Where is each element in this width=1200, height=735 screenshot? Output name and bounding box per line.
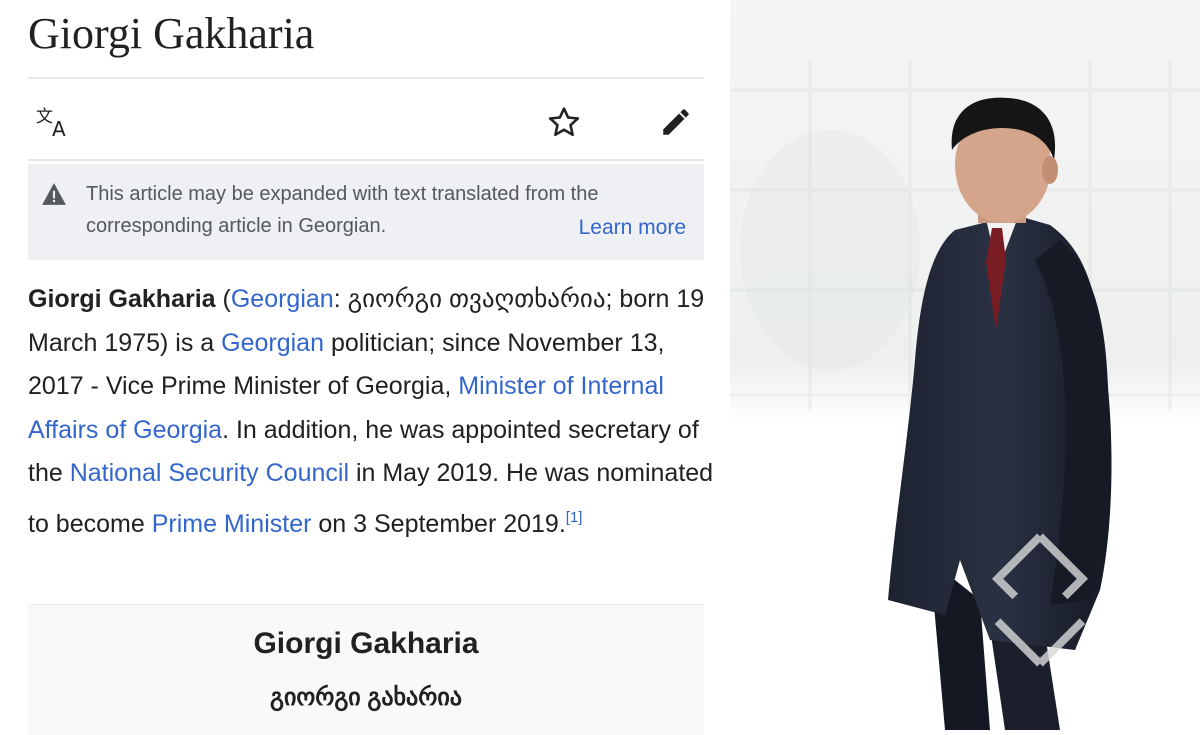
lead-text: ( <box>215 285 231 313</box>
article-panel: Giorgi Gakharia 文 A This article may be … <box>0 0 730 735</box>
warning-icon <box>41 182 67 211</box>
infobox-native-name: გიორგი გახარია <box>270 684 462 711</box>
portrait-photo <box>730 0 1200 730</box>
divider <box>28 77 704 79</box>
reference-link[interactable]: [1] <box>566 509 583 526</box>
translation-notice: This article may be expanded with text t… <box>28 164 704 260</box>
svg-text:文: 文 <box>36 107 53 127</box>
prime-minister-link[interactable]: Prime Minister <box>152 510 312 538</box>
lead-paragraph: Giorgi Gakharia (Georgian: გიორგი თვაღთხ… <box>28 278 718 546</box>
national-security-council-link[interactable]: National Security Council <box>70 459 349 487</box>
svg-text:A: A <box>52 117 66 139</box>
infobox-title: Giorgi Gakharia <box>253 627 479 660</box>
lead-text: on 3 September 2019. <box>311 509 566 538</box>
star-icon[interactable] <box>544 102 584 142</box>
georgian-language-link[interactable]: Georgian <box>231 285 334 313</box>
learn-more-link[interactable]: Learn more <box>579 216 686 240</box>
infobox: Giorgi Gakharia გიორგი გახარია <box>28 604 704 735</box>
pencil-icon[interactable] <box>656 102 696 142</box>
divider <box>28 159 704 161</box>
subject-name: Giorgi Gakharia <box>28 285 216 313</box>
page-title: Giorgi Gakharia <box>28 9 315 58</box>
translate-icon[interactable]: 文 A <box>34 104 74 140</box>
georgian-link[interactable]: Georgian <box>221 329 324 357</box>
